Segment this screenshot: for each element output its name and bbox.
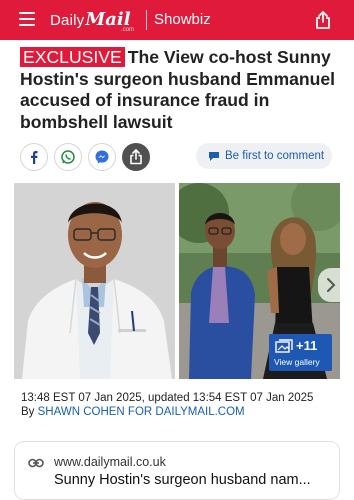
more-share-button[interactable]: [122, 143, 150, 171]
messenger-icon: [95, 150, 109, 164]
link-title: Sunny Hostin's surgeon husband nam...: [54, 472, 311, 488]
comment-icon: [209, 151, 219, 161]
brand-daily: Daily: [50, 12, 85, 29]
next-photo-button[interactable]: [318, 268, 344, 302]
share-icon: [130, 149, 142, 165]
header-divider: [146, 10, 147, 30]
view-gallery-button[interactable]: +11 View gallery: [269, 334, 332, 371]
byline-prefix: By: [21, 406, 35, 418]
whatsapp-share-button[interactable]: [54, 143, 82, 171]
share-bar: [20, 142, 156, 172]
article-headline: EXCLUSIVE The View co-host Sunny Hostin's…: [20, 47, 338, 133]
exclusive-badge: EXCLUSIVE: [20, 47, 125, 67]
photo-doctor[interactable]: [14, 183, 175, 379]
chevron-right-icon: [327, 278, 336, 292]
facebook-share-button[interactable]: [20, 143, 48, 171]
article-timestamp: 13:48 EST 07 Jan 2025, updated 13:54 EST…: [21, 392, 314, 404]
brand-sub: .com: [121, 27, 135, 33]
share-icon[interactable]: [314, 10, 332, 30]
menu-icon[interactable]: [19, 12, 35, 26]
link-domain: www.dailymail.co.uk: [54, 455, 166, 469]
section-title[interactable]: Showbiz: [154, 11, 211, 28]
brand-logo[interactable]: Daily Mail: [50, 9, 131, 30]
link-icon: [28, 458, 44, 468]
gallery-count: +11: [296, 338, 318, 353]
messenger-share-button[interactable]: [88, 143, 116, 171]
link-preview-card[interactable]: www.dailymail.co.uk Sunny Hostin's surge…: [14, 441, 340, 500]
top-bar: Daily Mail .com Showbiz: [0, 0, 354, 40]
facebook-icon: [31, 151, 38, 164]
author-link[interactable]: SHAWN COHEN FOR DAILYMAIL.COM: [38, 406, 245, 418]
doctor-portrait-image: [14, 183, 175, 379]
comment-button[interactable]: Be first to comment: [196, 143, 332, 169]
article-byline: By SHAWN COHEN FOR DAILYMAIL.COM: [21, 405, 245, 420]
gallery-icon: [275, 339, 293, 353]
comment-button-label: Be first to comment: [225, 150, 325, 162]
gallery-label: View gallery: [274, 357, 320, 367]
whatsapp-icon: [61, 150, 75, 164]
